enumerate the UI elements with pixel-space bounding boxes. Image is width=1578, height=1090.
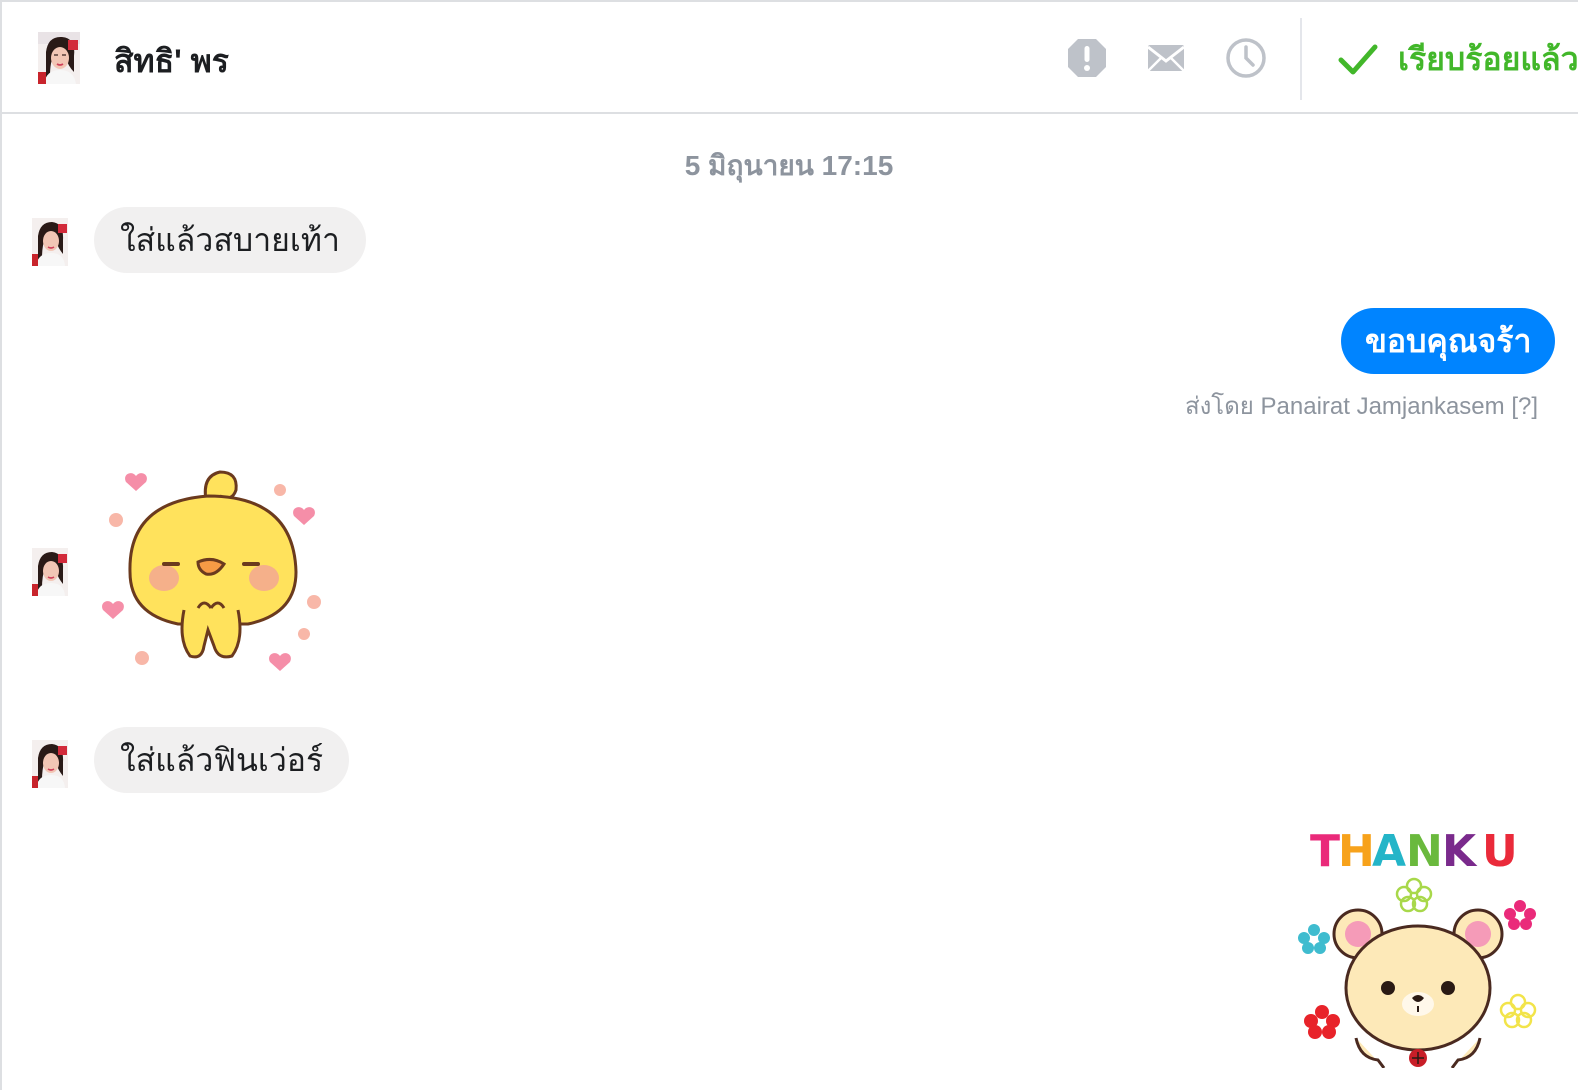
incoming-message-bubble[interactable]: ใส่แล้วฟินเว่อร์ bbox=[94, 727, 350, 793]
svg-text:T: T bbox=[1310, 826, 1340, 877]
mark-done-label: เรียบร้อยแล้ว bbox=[1398, 40, 1578, 77]
mail-icon[interactable] bbox=[1144, 36, 1188, 80]
incoming-message-bubble[interactable]: ใส่แล้วสบายเท้า bbox=[94, 207, 366, 273]
contact-name[interactable]: สิทธิ' พร bbox=[114, 36, 229, 87]
conversation-header: สิทธิ' พร เรียบร้อยแล้ว bbox=[2, 2, 1578, 114]
conversation-timestamp: 5 มิถุนายน 17:15 bbox=[684, 150, 894, 181]
contact-avatar[interactable] bbox=[38, 32, 80, 84]
svg-text:H: H bbox=[1338, 826, 1375, 877]
sent-by-prefix: ส่งโดย bbox=[1184, 393, 1254, 420]
sent-by-note: ส่งโดย Panairat Jamjankasem [?] bbox=[1185, 386, 1538, 425]
header-divider bbox=[1300, 18, 1302, 100]
sender-avatar[interactable] bbox=[32, 548, 68, 596]
outgoing-message-bubble[interactable]: ขอบคุณจร้า bbox=[1341, 308, 1556, 374]
checkmark-icon bbox=[1338, 44, 1378, 75]
thank-u-bear-sticker[interactable]: T H A N K U bbox=[1294, 822, 1544, 1073]
svg-text:A: A bbox=[1372, 826, 1406, 877]
sent-by-help-link[interactable]: [?] bbox=[1511, 393, 1538, 420]
clock-icon[interactable] bbox=[1224, 36, 1268, 80]
mark-done-button[interactable]: เรียบร้อยแล้ว bbox=[1336, 32, 1578, 86]
yellow-chick-hearts-sticker[interactable] bbox=[98, 462, 328, 683]
sender-avatar[interactable] bbox=[32, 218, 68, 266]
sent-by-name: Panairat Jamjankasem bbox=[1260, 393, 1505, 420]
alert-icon[interactable] bbox=[1065, 36, 1109, 80]
sender-avatar[interactable] bbox=[32, 740, 68, 788]
svg-text:N: N bbox=[1406, 826, 1443, 877]
svg-text:U: U bbox=[1482, 826, 1518, 877]
svg-text:K: K bbox=[1442, 826, 1478, 877]
